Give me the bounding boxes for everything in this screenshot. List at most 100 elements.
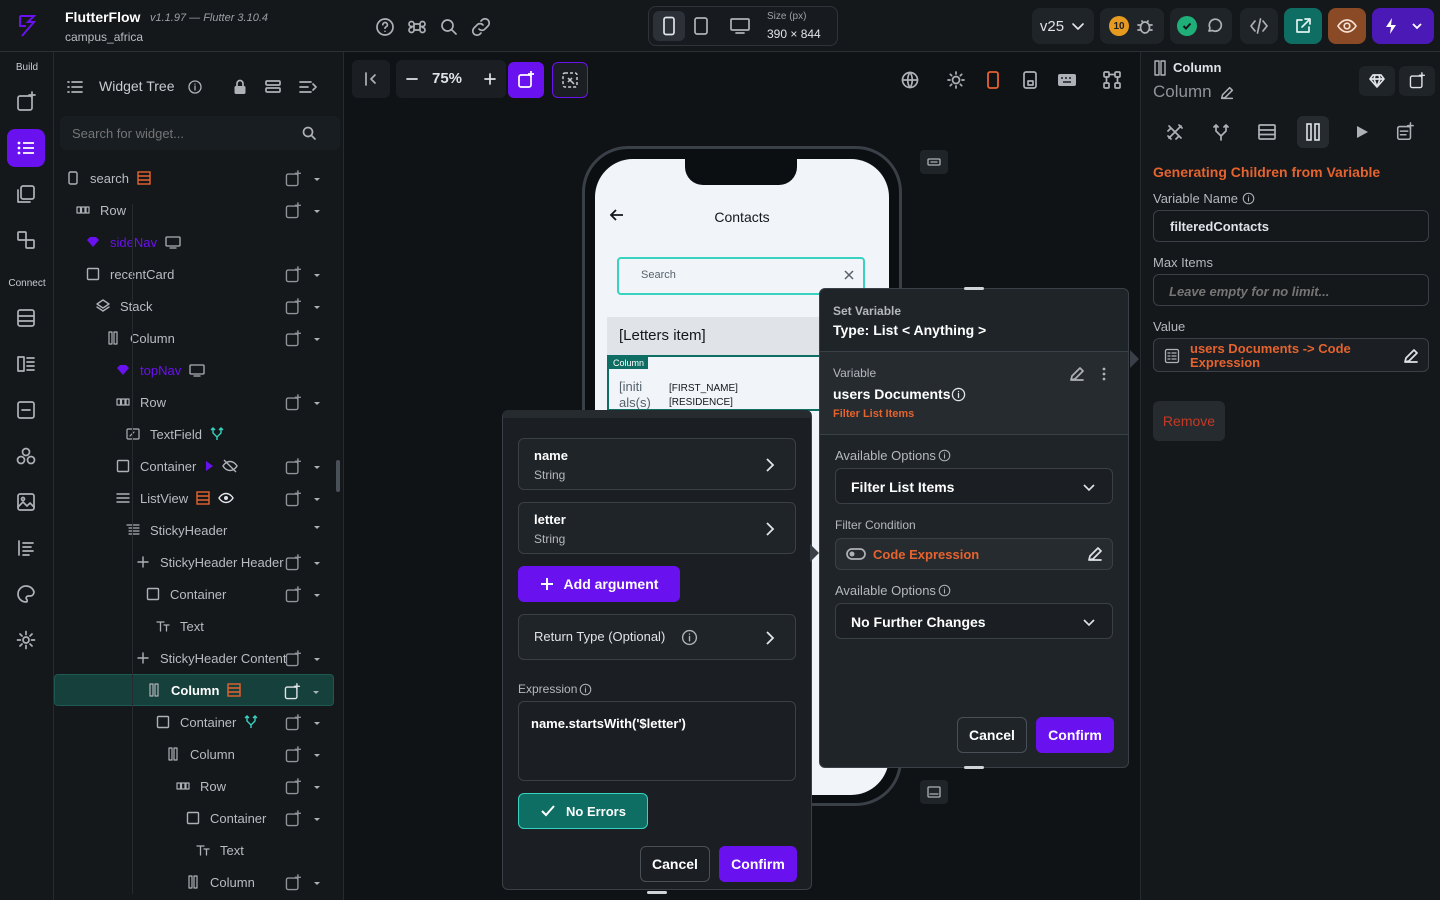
components-icon[interactable] <box>7 221 45 259</box>
tree-item[interactable]: recentCard <box>54 258 334 290</box>
clear-icon[interactable] <box>843 269 855 281</box>
resize-handle[interactable] <box>964 287 984 290</box>
caret-down-icon[interactable] <box>312 558 322 568</box>
add-child-icon[interactable] <box>284 746 302 764</box>
expand-height-button[interactable] <box>920 780 948 804</box>
add-child-icon[interactable] <box>284 170 302 188</box>
add-argument-button[interactable]: Add argument <box>518 566 680 602</box>
link-icon[interactable] <box>470 17 492 37</box>
max-items-field[interactable] <box>1153 274 1429 306</box>
widget-name[interactable]: Column <box>1153 82 1212 102</box>
caret-down-icon[interactable] <box>312 174 322 184</box>
cancel-button[interactable]: Cancel <box>957 717 1027 753</box>
tree-item[interactable]: Container <box>54 706 334 738</box>
tree-item[interactable]: StickyHeader <box>54 514 334 546</box>
add-child-button[interactable] <box>1399 66 1435 96</box>
resize-handle[interactable] <box>647 891 667 894</box>
project-name[interactable]: campus_africa <box>65 30 143 44</box>
collapse-tree-icon[interactable] <box>298 78 318 96</box>
add-child-icon[interactable] <box>284 778 302 796</box>
tree-item[interactable]: sideNav <box>54 226 334 258</box>
tree-item[interactable]: Text <box>54 610 334 642</box>
data-types-icon[interactable] <box>7 345 45 383</box>
edit-pencil-icon[interactable] <box>1068 365 1086 383</box>
caret-down-icon[interactable] <box>312 654 322 664</box>
collapse-panel-button[interactable] <box>352 60 390 98</box>
zoom-out-icon[interactable] <box>404 71 420 87</box>
zoom-in-icon[interactable] <box>482 71 498 87</box>
tab-add-element[interactable] <box>1395 122 1415 142</box>
info-icon[interactable] <box>1242 192 1255 205</box>
info-icon[interactable] <box>938 584 951 597</box>
tree-item[interactable]: search <box>54 162 334 194</box>
info-icon[interactable] <box>951 387 966 402</box>
phone-device-button[interactable] <box>653 11 685 41</box>
search-icon[interactable] <box>439 17 459 37</box>
add-child-icon[interactable] <box>284 266 302 284</box>
add-child-icon[interactable] <box>284 874 302 892</box>
filter-condition-field[interactable]: Code Expression <box>835 538 1113 570</box>
caret-down-icon[interactable] <box>312 270 322 280</box>
edit-pencil-icon[interactable] <box>1219 85 1235 101</box>
add-child-icon[interactable] <box>283 683 301 701</box>
cancel-button[interactable]: Cancel <box>640 846 710 882</box>
layers-icon[interactable] <box>264 78 282 96</box>
select-mode-button[interactable] <box>552 62 588 98</box>
add-child-icon[interactable] <box>284 714 302 732</box>
tree-item[interactable]: Column <box>54 866 334 898</box>
add-child-icon[interactable] <box>284 490 302 508</box>
add-child-icon[interactable] <box>284 650 302 668</box>
tab-actions[interactable] <box>1211 122 1231 142</box>
tree-scrollbar[interactable] <box>336 460 340 492</box>
tab-properties[interactable] <box>1165 122 1185 142</box>
add-widget-canvas-button[interactable] <box>508 62 544 98</box>
tree-item[interactable]: TextField <box>54 418 334 450</box>
tree-item[interactable]: Container <box>54 578 334 610</box>
command-icon[interactable] <box>407 17 427 37</box>
tree-item[interactable]: StickyHeader Content <box>54 642 334 674</box>
desktop-device-button[interactable] <box>729 16 751 36</box>
globe-icon[interactable] <box>900 70 920 90</box>
help-icon[interactable] <box>375 17 395 37</box>
gem-button[interactable] <box>1359 66 1395 96</box>
caret-down-icon[interactable] <box>312 494 322 504</box>
keyboard-icon[interactable] <box>1056 70 1078 90</box>
tree-item[interactable]: StickyHeader Header <box>54 546 334 578</box>
widget-search-input[interactable] <box>72 122 292 144</box>
caret-down-icon[interactable] <box>311 687 321 697</box>
theme-icon[interactable] <box>7 575 45 613</box>
caret-down-icon[interactable] <box>312 334 322 344</box>
caret-down-icon[interactable] <box>312 522 322 532</box>
caret-down-icon[interactable] <box>312 782 322 792</box>
open-external-button[interactable] <box>1284 8 1322 44</box>
add-child-icon[interactable] <box>284 810 302 828</box>
max-items-input[interactable] <box>1169 281 1409 301</box>
widget-tree-icon[interactable] <box>7 129 45 167</box>
tree-item[interactable]: Column <box>54 674 334 706</box>
caret-down-icon[interactable] <box>312 462 322 472</box>
tree-item[interactable]: Row <box>54 194 334 226</box>
return-type-row[interactable]: Return Type (Optional) <box>518 614 796 660</box>
expression-code[interactable]: name.startsWith('$letter') <box>531 716 686 731</box>
caret-down-icon[interactable] <box>312 590 322 600</box>
options-dropdown-1[interactable]: Filter List Items <box>835 468 1113 504</box>
firestore-icon[interactable] <box>7 299 45 337</box>
caret-down-icon[interactable] <box>312 750 322 760</box>
lock-icon[interactable] <box>232 78 248 96</box>
add-child-icon[interactable] <box>284 394 302 412</box>
info-icon[interactable] <box>187 79 203 95</box>
add-child-icon[interactable] <box>284 458 302 476</box>
tree-item[interactable]: Text <box>54 834 334 866</box>
add-widget-icon[interactable] <box>7 83 45 121</box>
variable-name-field[interactable]: filteredContacts <box>1153 210 1429 242</box>
caret-down-icon[interactable] <box>312 718 322 728</box>
tab-generate-children[interactable] <box>1297 116 1329 148</box>
value-field[interactable]: users Documents -> Code Expression <box>1153 338 1429 372</box>
argument-row-name[interactable]: name String <box>518 438 796 490</box>
add-child-icon[interactable] <box>284 586 302 604</box>
debug-button[interactable]: 10 <box>1100 8 1164 44</box>
size-value[interactable]: 390 × 844 <box>767 27 821 41</box>
version-dropdown[interactable]: v25 <box>1032 8 1094 44</box>
tree-item[interactable]: Stack <box>54 290 334 322</box>
caret-down-icon[interactable] <box>312 206 322 216</box>
